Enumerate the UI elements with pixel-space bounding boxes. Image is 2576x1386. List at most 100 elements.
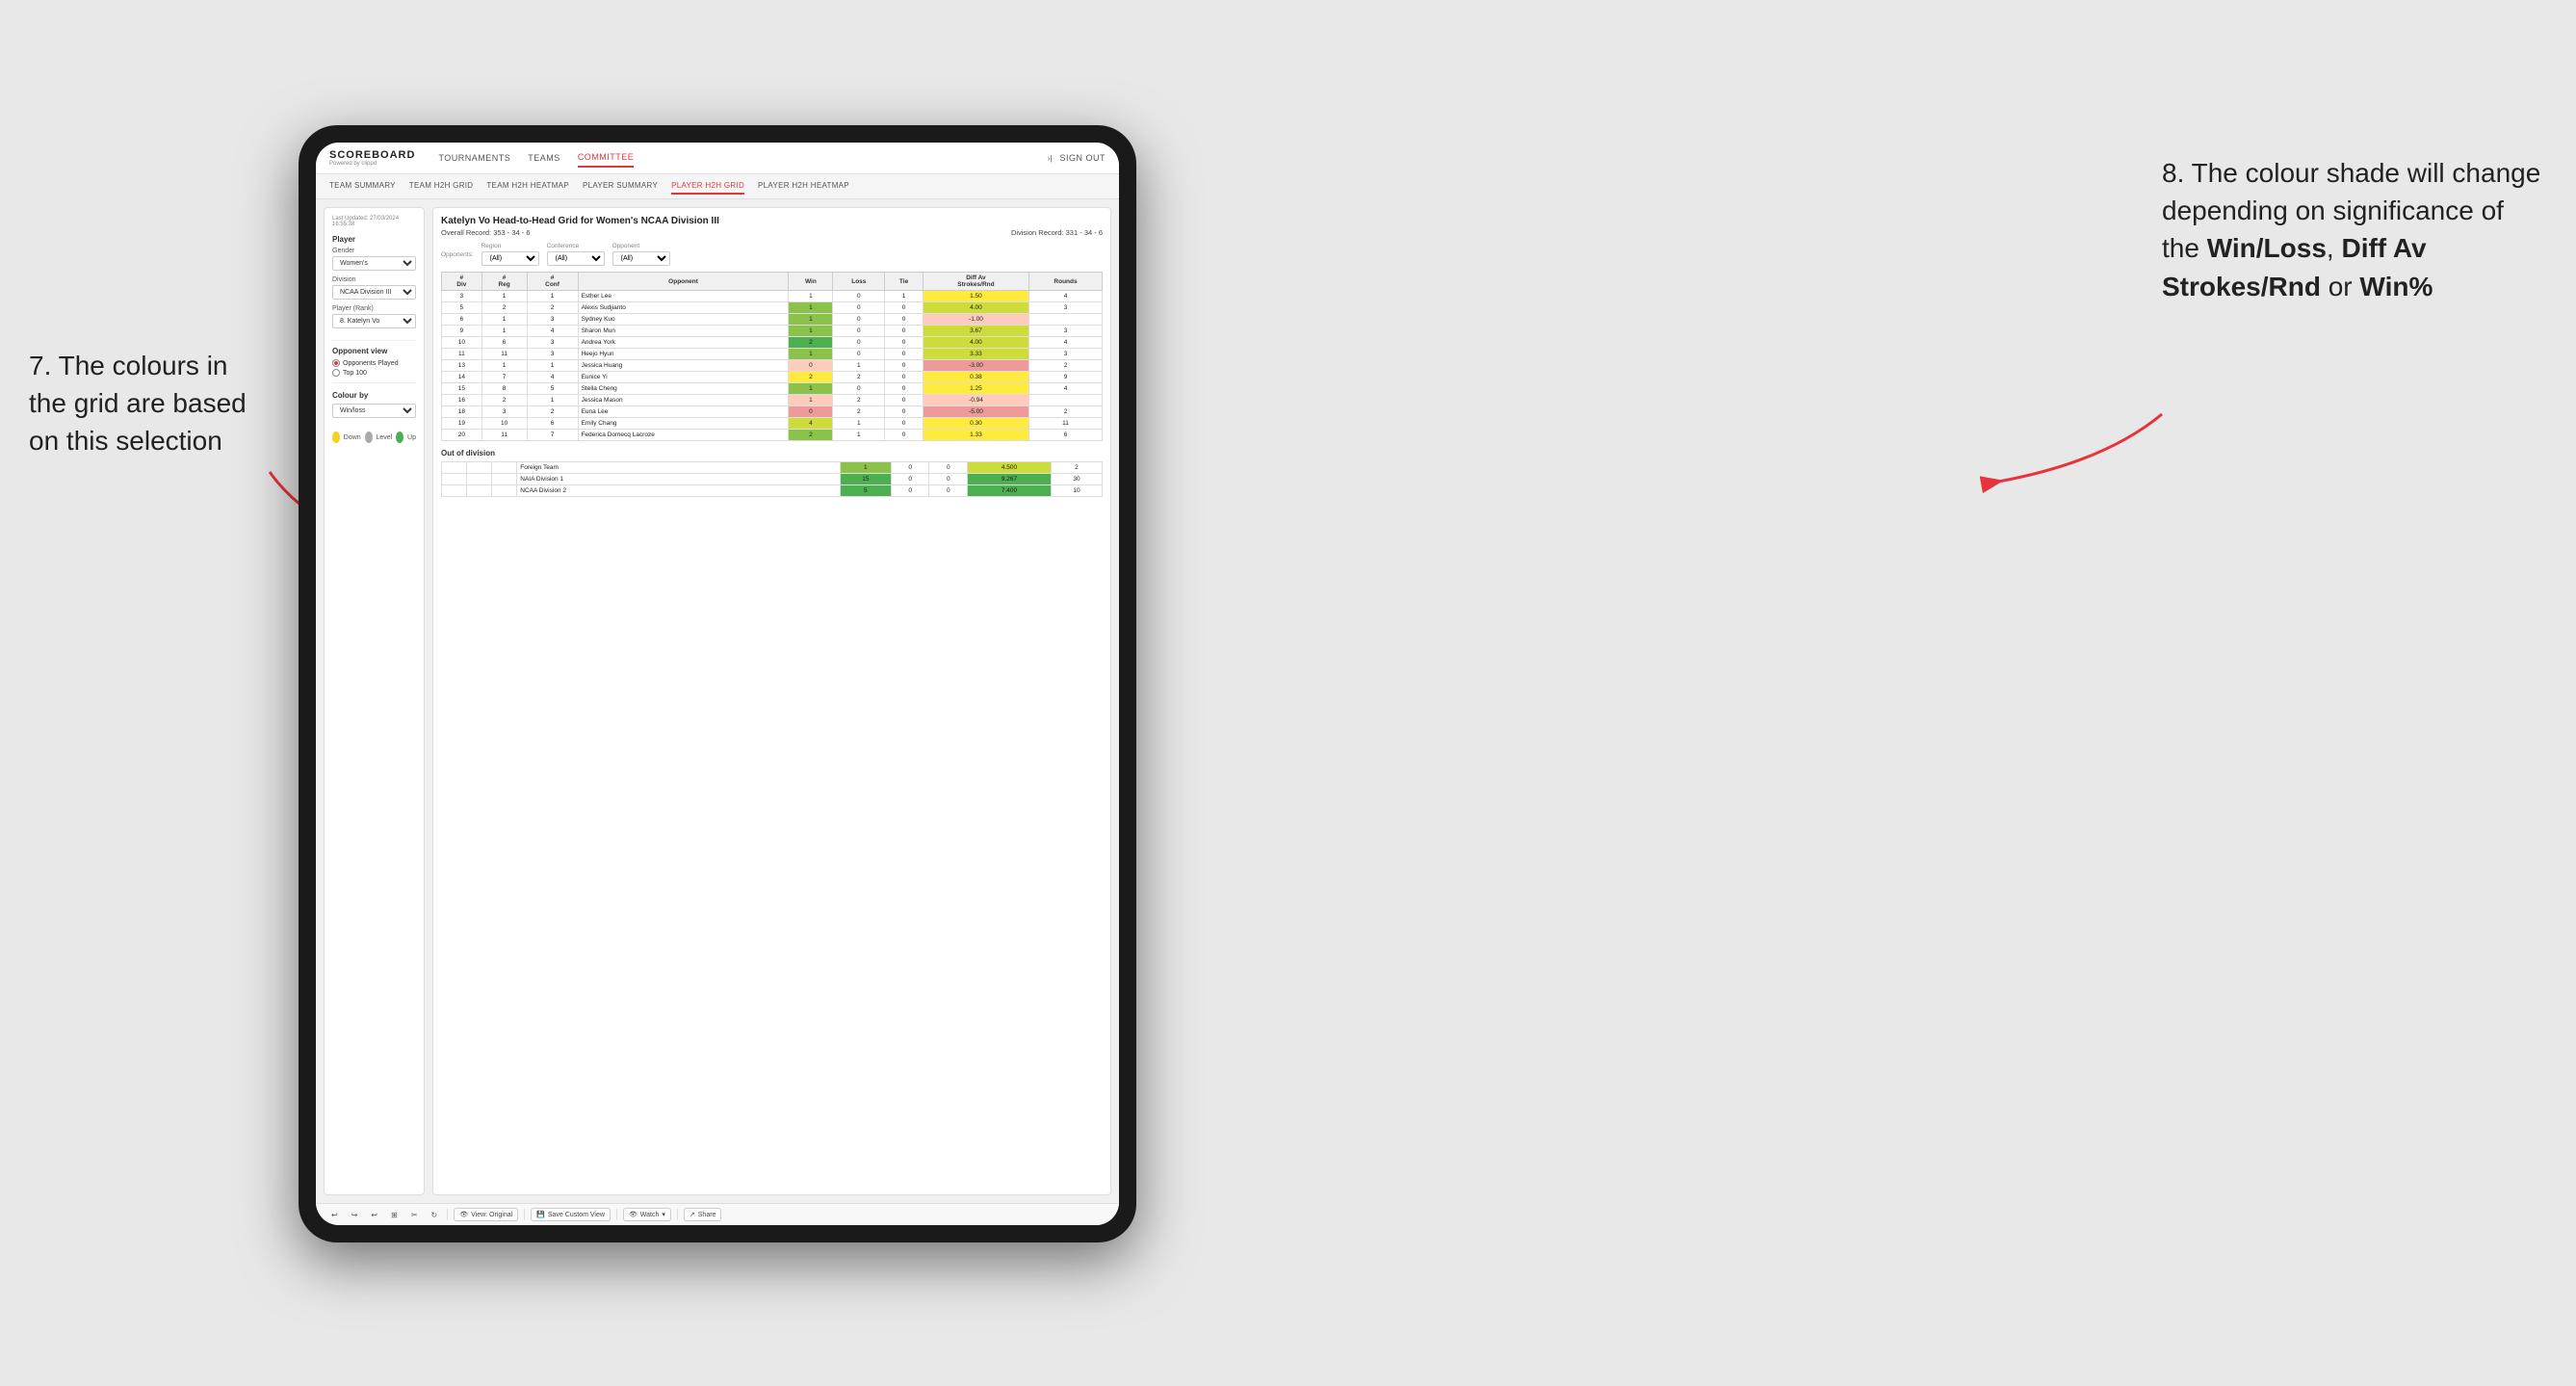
table-row: 11 11 3 Heejo Hyun 1 0 0 3.33 3	[442, 349, 1103, 360]
cell-opponent: Emily Chang	[578, 418, 789, 430]
cell-div: 20	[442, 430, 482, 441]
subnav-team-summary[interactable]: TEAM SUMMARY	[329, 178, 396, 195]
cell-div: 11	[442, 349, 482, 360]
sidebar-divider-2	[332, 382, 416, 383]
subnav-player-h2h-grid[interactable]: PLAYER H2H GRID	[671, 178, 744, 195]
col-rounds: Rounds	[1029, 273, 1103, 291]
cell-diff: -5.00	[923, 406, 1028, 418]
filter-region: Region (All)	[481, 243, 539, 266]
cell-win: 1	[789, 349, 833, 360]
cell-div: 10	[442, 337, 482, 349]
out-of-division-table: Foreign Team 1 0 0 4.500 2 NAIA Division…	[441, 461, 1103, 497]
cell-reg: 2	[481, 302, 527, 314]
cell-tie: 1	[885, 291, 924, 302]
cell-rounds: 3	[1029, 326, 1103, 337]
col-diff: Diff AvStrokes/Rnd	[923, 273, 1028, 291]
toolbar-copy[interactable]: ⊞	[387, 1209, 402, 1221]
legend-label-level: Level	[377, 434, 393, 441]
cell-win: 1	[789, 291, 833, 302]
cell-tie: 0	[929, 462, 968, 474]
cell-diff: 1.33	[923, 430, 1028, 441]
cell-reg: 1	[481, 314, 527, 326]
cell-diff: -0.94	[923, 395, 1028, 406]
cell-diff: 7.400	[968, 485, 1052, 497]
subnav-team-h2h-grid[interactable]: TEAM H2H GRID	[409, 178, 474, 195]
nav-item-committee[interactable]: COMMITTEE	[578, 148, 635, 168]
cell-win: 5	[840, 485, 891, 497]
table-row: 18 3 2 Euna Lee 0 2 0 -5.00 2	[442, 406, 1103, 418]
cell-loss: 0	[891, 462, 929, 474]
watch-icon: 👁	[629, 1211, 637, 1218]
conference-filter-select[interactable]: (All)	[547, 251, 605, 266]
nav-item-teams[interactable]: TEAMS	[528, 149, 560, 167]
cell-div	[442, 462, 467, 474]
logo-text: SCOREBOARD	[329, 149, 415, 161]
cell-reg: 6	[481, 337, 527, 349]
colour-by-select[interactable]: Win/loss	[332, 404, 416, 418]
opponent-filter-select[interactable]: (All)	[612, 251, 670, 266]
division-record: Division Record: 331 - 34 - 6	[1011, 228, 1103, 237]
cell-div: 19	[442, 418, 482, 430]
colour-section: Colour by Win/loss	[332, 391, 416, 424]
toolbar-cut[interactable]: ✂	[407, 1209, 422, 1221]
toolbar-refresh[interactable]: ↻	[428, 1209, 442, 1221]
sidebar-player-rank-label: Player (Rank)	[332, 305, 416, 312]
table-row: 13 1 1 Jessica Huang 0 1 0 -3.00 2	[442, 360, 1103, 372]
overall-record-label: Overall Record:	[441, 228, 491, 237]
opponent-view-title: Opponent view	[332, 347, 416, 355]
nav-signout[interactable]: Sign out	[1059, 149, 1106, 167]
filters-row: Opponents: Region (All) Conference (All)	[441, 243, 1103, 266]
annotation-right: 8. The colour shade will change dependin…	[2162, 154, 2547, 305]
cell-opponent: Sharon Mun	[578, 326, 789, 337]
sub-nav: TEAM SUMMARY TEAM H2H GRID TEAM H2H HEAT…	[316, 174, 1119, 199]
toolbar-redo[interactable]: ↪	[348, 1209, 362, 1221]
subnav-player-summary[interactable]: PLAYER SUMMARY	[583, 178, 658, 195]
col-win: Win	[789, 273, 833, 291]
toolbar-undo[interactable]: ↩	[327, 1209, 342, 1221]
legend-label-up: Up	[407, 434, 416, 441]
cell-div: 15	[442, 383, 482, 395]
toolbar-watch[interactable]: 👁 Watch ▾	[623, 1208, 671, 1221]
sidebar-player-rank-select[interactable]: 8. Katelyn Vo	[332, 314, 416, 328]
cell-conf: 3	[527, 337, 578, 349]
cell-tie: 0	[885, 360, 924, 372]
cell-diff: 1.25	[923, 383, 1028, 395]
sidebar-gender-select[interactable]: Women's	[332, 256, 416, 271]
cell-win: 1	[789, 314, 833, 326]
annotation-right-bold3: Win%	[2359, 272, 2433, 301]
cell-reg: 11	[481, 430, 527, 441]
subnav-player-h2h-heatmap[interactable]: PLAYER H2H HEATMAP	[758, 178, 849, 195]
toolbar-view-original[interactable]: 👁 View: Original	[454, 1208, 518, 1221]
ood-table-row: Foreign Team 1 0 0 4.500 2	[442, 462, 1103, 474]
radio-top100-label: Top 100	[343, 370, 367, 377]
toolbar-forward[interactable]: ↩	[367, 1209, 381, 1221]
cell-tie: 0	[885, 418, 924, 430]
cell-diff: 3.33	[923, 349, 1028, 360]
sidebar-division-select[interactable]: NCAA Division III	[332, 285, 416, 300]
cell-conf	[492, 485, 517, 497]
cell-conf: 2	[527, 406, 578, 418]
toolbar-share[interactable]: ↗ Share	[684, 1208, 722, 1221]
cell-div: 18	[442, 406, 482, 418]
cell-conf: 6	[527, 418, 578, 430]
radio-opponents-label: Opponents Played	[343, 360, 399, 367]
subnav-team-h2h-heatmap[interactable]: TEAM H2H HEATMAP	[486, 178, 569, 195]
col-reg: #Reg	[481, 273, 527, 291]
cell-win: 4	[789, 418, 833, 430]
cell-loss: 0	[891, 485, 929, 497]
cell-diff: 0.30	[923, 418, 1028, 430]
toolbar-save-custom[interactable]: 💾 Save Custom View	[531, 1208, 611, 1221]
nav-item-tournaments[interactable]: TOURNAMENTS	[438, 149, 510, 167]
cell-win: 15	[840, 474, 891, 485]
cell-loss: 2	[833, 406, 885, 418]
annotation-left-text: 7. The colours in the grid are based on …	[29, 351, 247, 456]
cell-opponent: Eunice Yi	[578, 372, 789, 383]
logo-area: SCOREBOARD Powered by clippd	[329, 149, 415, 167]
region-filter-select[interactable]: (All)	[481, 251, 539, 266]
cell-reg	[467, 474, 492, 485]
cell-conf	[492, 462, 517, 474]
cell-opponent: Sydney Kuo	[578, 314, 789, 326]
radio-top100[interactable]: Top 100	[332, 369, 416, 377]
radio-opponents-played[interactable]: Opponents Played	[332, 359, 416, 367]
cell-loss: 0	[833, 291, 885, 302]
